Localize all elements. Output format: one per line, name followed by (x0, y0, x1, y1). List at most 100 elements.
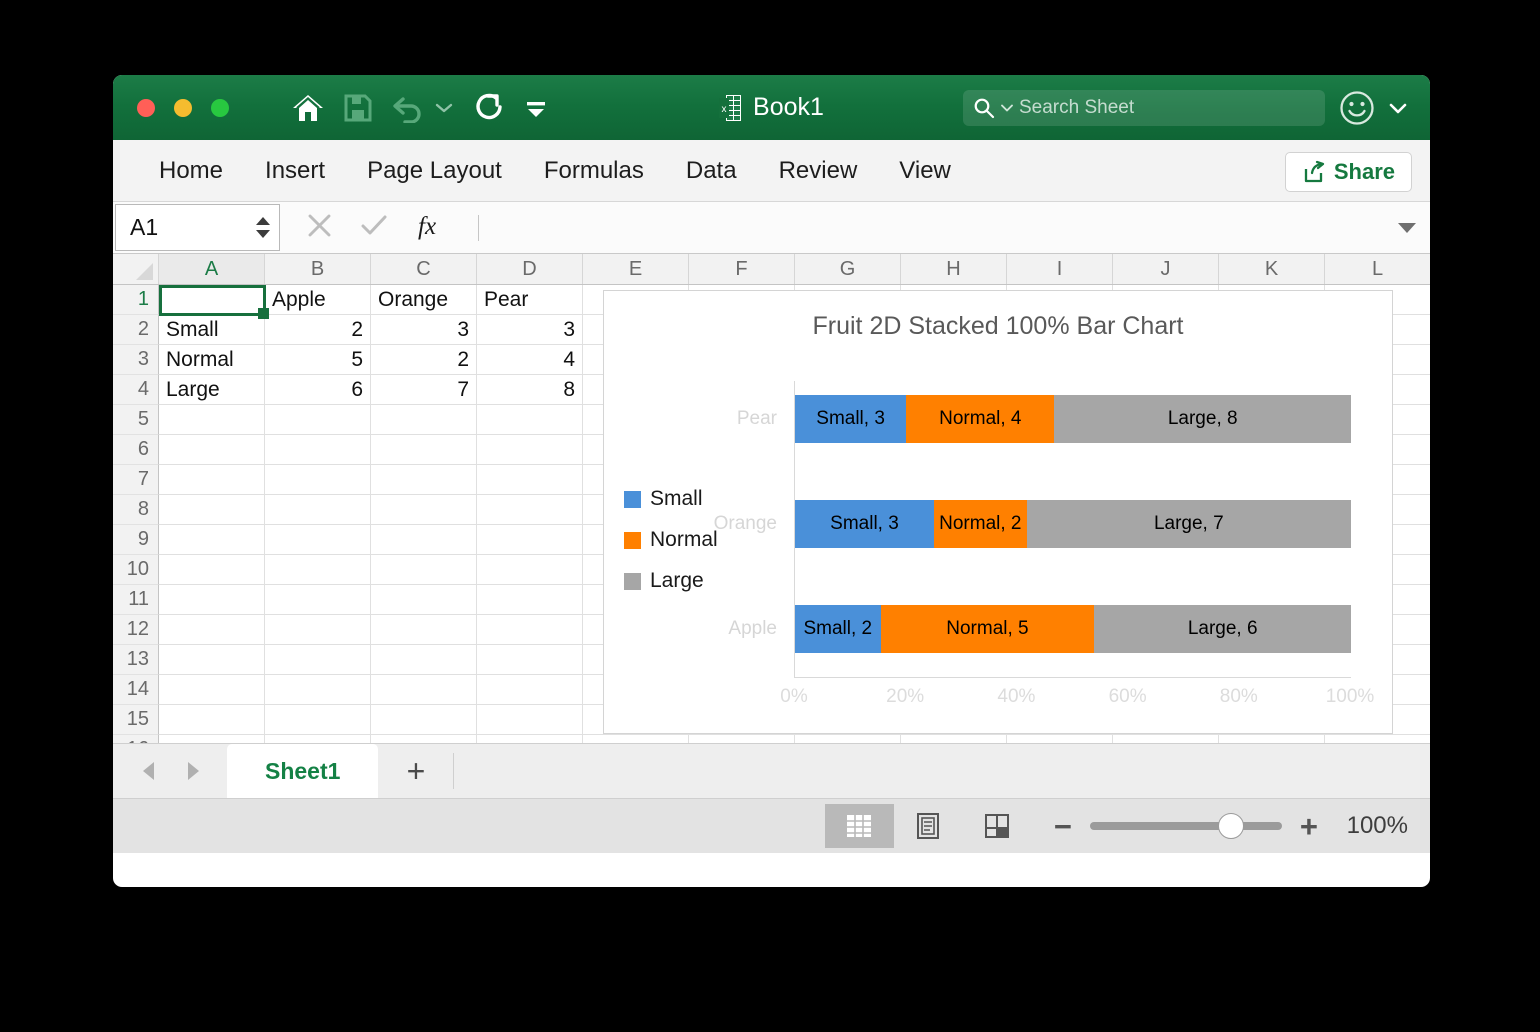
cell-A10[interactable] (159, 555, 265, 585)
cell-A13[interactable] (159, 645, 265, 675)
cell-A11[interactable] (159, 585, 265, 615)
normal-view-button[interactable] (824, 804, 894, 848)
column-header-g[interactable]: G (795, 254, 901, 284)
chart-segment-pear-small[interactable]: Small, 3 (795, 395, 907, 443)
cell-C7[interactable] (371, 465, 477, 495)
page-break-view-button[interactable] (963, 804, 1032, 848)
cell-D1[interactable]: Pear (477, 285, 583, 315)
chart-bar-orange[interactable]: Orange Small, 3 Normal, 2 Large, 7 (714, 500, 1351, 548)
cell-C15[interactable] (371, 705, 477, 735)
column-header-e[interactable]: E (583, 254, 689, 284)
undo-dropdown-icon[interactable] (435, 102, 453, 114)
cell-A15[interactable] (159, 705, 265, 735)
cell-D7[interactable] (477, 465, 583, 495)
cell-B15[interactable] (265, 705, 371, 735)
chart-segment-orange-small[interactable]: Small, 3 (795, 500, 934, 548)
account-chevron-down-icon[interactable] (1388, 101, 1408, 115)
cell-C9[interactable] (371, 525, 477, 555)
next-sheet-icon[interactable] (182, 759, 204, 783)
row-header-7[interactable]: 7 (113, 465, 159, 495)
insert-function-icon[interactable]: fx (415, 209, 447, 246)
column-header-d[interactable]: D (477, 254, 583, 284)
row-header-9[interactable]: 9 (113, 525, 159, 555)
column-header-h[interactable]: H (901, 254, 1007, 284)
cell-D12[interactable] (477, 615, 583, 645)
chart-bar-apple[interactable]: Apple Small, 2 Normal, 5 Large, 6 (728, 605, 1351, 653)
column-header-i[interactable]: I (1007, 254, 1113, 284)
cell-D16[interactable] (477, 735, 583, 743)
row-header-14[interactable]: 14 (113, 675, 159, 705)
close-window-button[interactable] (137, 99, 155, 117)
chart-segment-apple-large[interactable]: Large, 6 (1094, 605, 1351, 653)
tab-review[interactable]: Review (758, 140, 879, 202)
cell-A2[interactable]: Small (159, 315, 265, 345)
cell-B7[interactable] (265, 465, 371, 495)
row-header-13[interactable]: 13 (113, 645, 159, 675)
zoom-in-button[interactable]: + (1300, 811, 1318, 842)
cell-C10[interactable] (371, 555, 477, 585)
column-header-j[interactable]: J (1113, 254, 1219, 284)
cell-C6[interactable] (371, 435, 477, 465)
cell-K16[interactable] (1219, 735, 1325, 743)
name-box[interactable]: A1 (115, 204, 280, 251)
chart-segment-orange-normal[interactable]: Normal, 2 (934, 500, 1027, 548)
row-header-1[interactable]: 1 (113, 285, 159, 315)
cell-A3[interactable]: Normal (159, 345, 265, 375)
select-all-corner[interactable] (113, 254, 159, 284)
cell-C14[interactable] (371, 675, 477, 705)
save-icon[interactable] (343, 93, 373, 123)
row-header-15[interactable]: 15 (113, 705, 159, 735)
row-header-2[interactable]: 2 (113, 315, 159, 345)
cell-H16[interactable] (901, 735, 1007, 743)
column-header-a[interactable]: A (159, 254, 265, 284)
chart-segment-orange-large[interactable]: Large, 7 (1026, 500, 1351, 548)
cell-C1[interactable]: Orange (371, 285, 477, 315)
expand-formula-bar-icon[interactable] (1384, 202, 1430, 253)
tab-page-layout[interactable]: Page Layout (346, 140, 523, 202)
cell-G16[interactable] (795, 735, 901, 743)
cell-J16[interactable] (1113, 735, 1219, 743)
cell-A16[interactable] (159, 735, 265, 743)
row-header-5[interactable]: 5 (113, 405, 159, 435)
chart-object[interactable]: Fruit 2D Stacked 100% Bar Chart Small No… (603, 290, 1393, 734)
cell-D10[interactable] (477, 555, 583, 585)
cell-E16[interactable] (583, 735, 689, 743)
cell-D9[interactable] (477, 525, 583, 555)
chart-segment-pear-large[interactable]: Large, 8 (1054, 395, 1351, 443)
cell-D13[interactable] (477, 645, 583, 675)
cell-A12[interactable] (159, 615, 265, 645)
stepper-up-icon[interactable] (255, 216, 271, 226)
column-header-b[interactable]: B (265, 254, 371, 284)
legend-item-small[interactable]: Small (624, 487, 718, 511)
cell-A8[interactable] (159, 495, 265, 525)
row-header-3[interactable]: 3 (113, 345, 159, 375)
minimize-window-button[interactable] (174, 99, 192, 117)
cell-C4[interactable]: 7 (371, 375, 477, 405)
cell-C5[interactable] (371, 405, 477, 435)
cell-D15[interactable] (477, 705, 583, 735)
tab-home[interactable]: Home (138, 140, 244, 202)
customize-toolbar-icon[interactable] (523, 95, 549, 121)
smiley-face-icon[interactable] (1338, 89, 1376, 127)
cancel-edit-icon[interactable] (306, 212, 333, 244)
sheet-tab-sheet1[interactable]: Sheet1 (227, 743, 379, 799)
cell-C13[interactable] (371, 645, 477, 675)
cell-B13[interactable] (265, 645, 371, 675)
column-header-l[interactable]: L (1325, 254, 1430, 284)
cell-D4[interactable]: 8 (477, 375, 583, 405)
row-header-6[interactable]: 6 (113, 435, 159, 465)
cell-C12[interactable] (371, 615, 477, 645)
tab-insert[interactable]: Insert (244, 140, 346, 202)
cell-B3[interactable]: 5 (265, 345, 371, 375)
cell-C2[interactable]: 3 (371, 315, 477, 345)
zoom-out-button[interactable]: − (1054, 811, 1072, 842)
cell-A9[interactable] (159, 525, 265, 555)
chart-segment-apple-small[interactable]: Small, 2 (795, 605, 881, 653)
page-layout-view-button[interactable] (894, 804, 963, 848)
tab-data[interactable]: Data (665, 140, 758, 202)
zoom-slider-knob[interactable] (1217, 813, 1244, 839)
cell-D14[interactable] (477, 675, 583, 705)
add-sheet-button[interactable]: + (378, 744, 453, 799)
column-header-f[interactable]: F (689, 254, 795, 284)
redo-icon[interactable] (471, 92, 505, 124)
